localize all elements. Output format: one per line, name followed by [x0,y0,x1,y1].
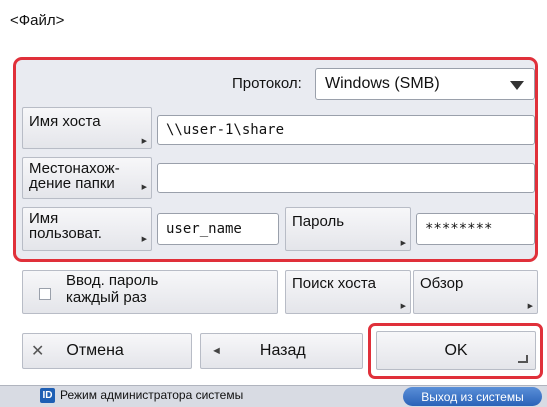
back-button[interactable]: ◄ Назад [200,333,363,369]
browse-button[interactable]: Обзор ▶ [413,270,538,314]
back-arrow-icon: ◄ [211,345,222,357]
folder-path-input[interactable] [157,163,535,193]
browse-label: Обзор [420,275,464,292]
password-input[interactable]: ******** [416,213,535,245]
user-name-button[interactable]: Имя пользоват. ▶ [22,207,152,251]
page-title: <Файл> [10,12,65,29]
ok-button[interactable]: OK [376,331,536,370]
cancel-button[interactable]: ✕ Отмена [22,333,192,369]
ok-label: OK [444,341,468,359]
corner-arrow-icon: ▶ [527,303,533,310]
user-name-input[interactable]: user_name [157,213,279,245]
ask-password-checkbox[interactable] [39,288,51,300]
host-name-button[interactable]: Имя хоста ▶ [22,107,152,149]
protocol-value: Windows (SMB) [325,75,440,92]
ask-password-label: Ввод. пароль каждый раз [66,272,158,306]
ask-password-label-line2: каждый раз [66,289,147,306]
logout-button[interactable]: Выход из системы [403,387,542,406]
host-name-input[interactable]: \\user-1\share [157,115,535,145]
back-label: Назад [259,342,306,359]
protocol-select[interactable]: Windows (SMB) [315,68,535,100]
corner-arrow-icon: ▶ [141,138,147,145]
cancel-label: Отмена [66,342,124,359]
folder-path-button-line2: дение папки [29,175,115,192]
return-icon [518,355,528,363]
folder-path-button-line1: Местонахож- [29,160,120,177]
corner-arrow-icon: ▶ [141,236,147,243]
protocol-label: Протокол: [232,75,302,92]
chevron-down-icon [510,81,524,90]
admin-mode-text: Режим администратора системы [60,388,244,402]
password-button[interactable]: Пароль ▶ [285,207,411,251]
search-host-button[interactable]: Поиск хоста ▶ [285,270,411,314]
host-name-button-label: Имя хоста [29,113,101,130]
corner-arrow-icon: ▶ [141,184,147,191]
user-name-button-line1: Имя [29,210,59,227]
user-name-button-line2: пользоват. [29,225,102,242]
close-icon: ✕ [31,343,45,360]
corner-arrow-icon: ▶ [400,240,406,247]
password-button-label: Пароль [292,213,345,230]
search-host-label: Поиск хоста [292,275,376,292]
corner-arrow-icon: ▶ [400,303,406,310]
ask-password-label-line1: Ввод. пароль [66,272,159,289]
folder-path-button[interactable]: Местонахож- дение папки ▶ [22,157,152,199]
admin-mode-icon: ID [40,388,55,403]
